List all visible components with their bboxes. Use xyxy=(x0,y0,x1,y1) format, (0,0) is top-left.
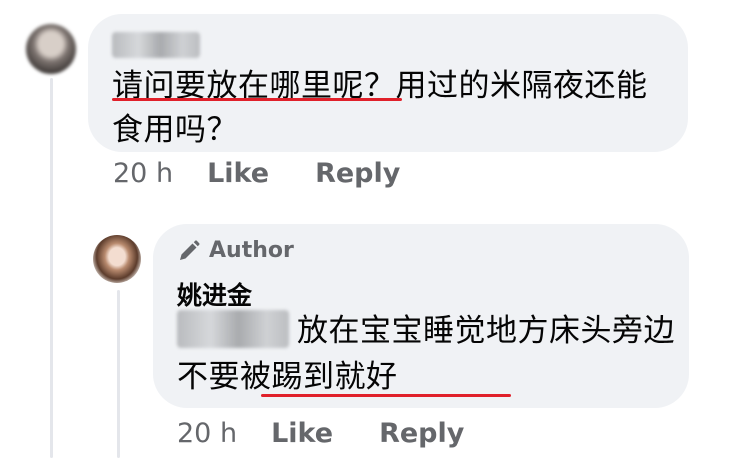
author-avatar[interactable] xyxy=(93,235,141,283)
comment-timestamp[interactable]: 20 h xyxy=(113,158,173,189)
like-button[interactable]: Like xyxy=(271,418,333,449)
reply-button[interactable]: Reply xyxy=(379,418,464,449)
reply-bubble: Author 姚进金 放在宝宝睡觉地方床头旁边 不要被踢到就好 xyxy=(153,224,689,408)
comment-bubble: 请问要放在哪里呢？用过的米隔夜还能食用吗？ xyxy=(88,14,688,152)
author-name[interactable]: 姚进金 xyxy=(177,276,252,312)
reply-timestamp[interactable]: 20 h xyxy=(177,418,237,449)
author-badge-label: Author xyxy=(209,238,294,263)
highlight-underline xyxy=(112,98,402,101)
commenter-name-redacted[interactable] xyxy=(112,32,200,58)
author-badge: Author xyxy=(177,238,294,263)
reply-actions: 20 h Like Reply xyxy=(177,418,510,449)
like-button[interactable]: Like xyxy=(207,158,269,189)
comment-text: 请问要放在哪里呢？用过的米隔夜还能食用吗？ xyxy=(112,68,648,148)
reply-button[interactable]: Reply xyxy=(315,158,400,189)
avatar[interactable] xyxy=(26,24,76,74)
reply-text: 放在宝宝睡觉地方床头旁边 不要被踢到就好 xyxy=(177,313,675,395)
thread-line xyxy=(117,290,120,458)
thread-line xyxy=(50,78,53,458)
comment-actions: 20 h Like Reply xyxy=(113,158,446,189)
pencil-icon xyxy=(180,239,200,260)
highlight-underline xyxy=(261,394,511,397)
